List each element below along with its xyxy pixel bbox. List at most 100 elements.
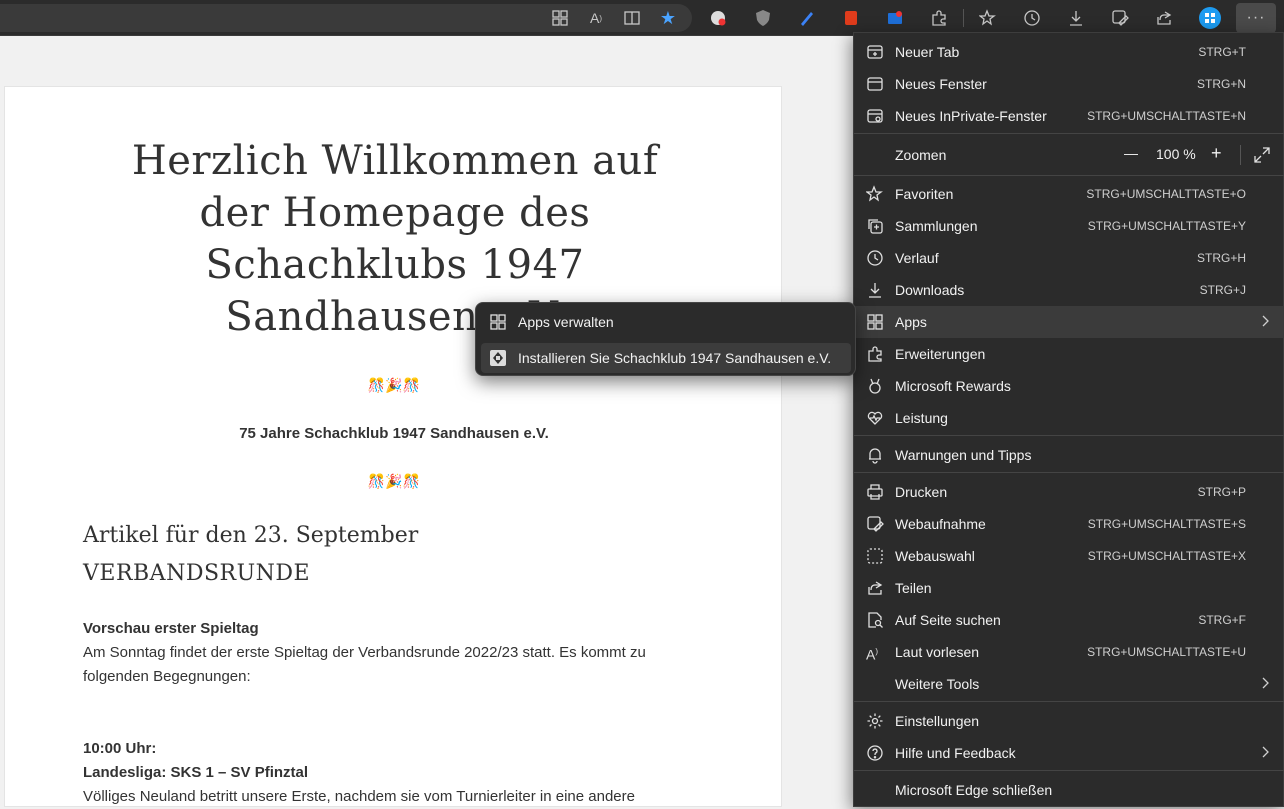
menu-share[interactable]: Teilen [854, 572, 1284, 604]
menu-label: Webaufnahme [895, 516, 986, 532]
toolbar-separator [963, 9, 964, 27]
title-line-1: Herzlich Willkommen auf [131, 138, 659, 184]
menu-more-tools[interactable]: Weitere Tools [854, 668, 1284, 700]
menu-shortcut: STRG+F [1198, 613, 1246, 627]
article-heading[interactable]: Artikel für den 23. September [83, 523, 418, 548]
submenu-label: Apps verwalten [518, 314, 614, 330]
menu-label: Teilen [895, 580, 932, 596]
menu-divider [854, 472, 1284, 473]
find-page-icon [866, 611, 884, 629]
favorites-icon[interactable] [976, 6, 1000, 30]
menu-web-capture[interactable]: Webaufnahme STRG+UMSCHALTTASTE+S [854, 508, 1284, 540]
web-capture-icon[interactable] [1108, 6, 1132, 30]
menu-divider [854, 701, 1284, 702]
menu-label: Sammlungen [895, 218, 978, 234]
menu-shortcut: STRG+UMSCHALTTASTE+O [1086, 187, 1246, 201]
menu-shortcut: STRG+UMSCHALTTASTE+U [1087, 645, 1246, 659]
zoom-label: Zoomen [895, 147, 947, 163]
menu-apps[interactable]: Apps [854, 306, 1284, 338]
share-icon[interactable] [1152, 6, 1176, 30]
match-text: Völliges Neuland betritt unsere Erste, n… [83, 788, 635, 805]
menu-web-select[interactable]: Webauswahl STRG+UMSCHALTTASTE+X [854, 540, 1284, 572]
menu-divider [854, 133, 1284, 134]
profile-avatar-icon[interactable] [1198, 6, 1222, 30]
gear-icon [866, 712, 884, 730]
match-title: Landesliga: SKS 1 – SV Pfinztal [83, 764, 309, 781]
fullscreen-icon[interactable] [1253, 146, 1271, 164]
menu-help[interactable]: Hilfe und Feedback [854, 737, 1284, 769]
menu-favorites[interactable]: Favoriten STRG+UMSCHALTTASTE+O [854, 178, 1284, 210]
menu-downloads[interactable]: Downloads STRG+J [854, 274, 1284, 306]
menu-label: Microsoft Rewards [895, 378, 1011, 394]
extensions-puzzle-icon[interactable] [927, 6, 951, 30]
outlook-extension-icon[interactable] [883, 6, 907, 30]
menu-settings[interactable]: Einstellungen [854, 705, 1284, 737]
preview-text-line-2: folgenden Begegnungen: [83, 668, 251, 685]
menu-print[interactable]: Drucken STRG+P [854, 476, 1284, 508]
read-aloud-icon[interactable]: A) [584, 6, 608, 30]
extension-1-icon[interactable] [706, 6, 730, 30]
menu-label: Webauswahl [895, 548, 975, 564]
zoom-out-button[interactable]: — [1124, 145, 1138, 161]
menu-label: Weitere Tools [895, 676, 980, 692]
chevron-right-icon [1258, 745, 1272, 759]
pen-extension-icon[interactable] [795, 6, 819, 30]
web-capture-icon [866, 515, 884, 533]
rewards-medal-icon [866, 377, 884, 395]
menu-label: Hilfe und Feedback [895, 745, 1016, 761]
chevron-right-icon [1258, 314, 1272, 328]
favorite-star-icon[interactable]: ★ [656, 6, 680, 30]
immersive-reader-icon[interactable] [620, 6, 644, 30]
menu-shortcut: STRG+J [1199, 283, 1246, 297]
article-category: VERBANDSRUNDE [83, 561, 311, 586]
chevron-right-icon [1258, 676, 1272, 690]
menu-performance[interactable]: Leistung [854, 402, 1284, 434]
menu-label: Leistung [895, 410, 948, 426]
menu-label: Auf Seite suchen [895, 612, 1001, 628]
menu-alerts[interactable]: Warnungen und Tipps [854, 439, 1284, 471]
menu-read-aloud[interactable]: A) Laut vorlesen STRG+UMSCHALTTASTE+U [854, 636, 1284, 668]
window-icon [866, 75, 884, 93]
settings-menu: Neuer Tab STRG+T Neues Fenster STRG+N Ne… [853, 32, 1284, 807]
ublock-icon[interactable] [751, 6, 775, 30]
new-tab-icon [866, 43, 884, 61]
menu-history[interactable]: Verlauf STRG+H [854, 242, 1284, 274]
menu-divider [854, 435, 1284, 436]
menu-extensions[interactable]: Erweiterungen [854, 338, 1284, 370]
menu-new-window[interactable]: Neues Fenster STRG+N [854, 68, 1284, 100]
share-icon [866, 579, 884, 597]
zoom-level: 100 % [1156, 146, 1196, 162]
menu-collections[interactable]: Sammlungen STRG+UMSCHALTTASTE+Y [854, 210, 1284, 242]
zoom-divider [1240, 145, 1241, 165]
menu-find-on-page[interactable]: Auf Seite suchen STRG+F [854, 604, 1284, 636]
menu-new-tab[interactable]: Neuer Tab STRG+T [854, 36, 1284, 68]
preview-text-line-1: Am Sonntag findet der erste Spieltag der… [83, 644, 646, 661]
collections-icon [866, 217, 884, 235]
submenu-label: Installieren Sie Schachklub 1947 Sandhau… [518, 350, 832, 366]
menu-close-edge[interactable]: Microsoft Edge schließen [854, 774, 1284, 806]
menu-label: Neuer Tab [895, 44, 960, 60]
printer-icon [866, 483, 884, 501]
menu-label: Erweiterungen [895, 346, 986, 362]
preview-title: Vorschau erster Spieltag [83, 620, 259, 637]
page-content: Herzlich Willkommen auf der Homepage des… [4, 86, 782, 807]
settings-more-icon[interactable]: ··· [1236, 3, 1276, 33]
history-icon [866, 249, 884, 267]
menu-shortcut: STRG+UMSCHALTTASTE+S [1087, 517, 1246, 531]
submenu-manage-apps[interactable]: Apps verwalten [481, 307, 851, 337]
office-extension-icon[interactable] [839, 6, 863, 30]
help-icon [866, 744, 884, 762]
menu-label: Favoriten [895, 186, 954, 202]
title-line-3: Schachklubs 1947 [205, 242, 585, 288]
menu-shortcut: STRG+UMSCHALTTASTE+N [1087, 109, 1246, 123]
zoom-in-button[interactable]: + [1211, 143, 1222, 164]
app-available-icon[interactable] [548, 6, 572, 30]
history-icon[interactable] [1020, 6, 1044, 30]
menu-rewards[interactable]: Microsoft Rewards [854, 370, 1284, 402]
menu-shortcut: STRG+P [1197, 485, 1246, 499]
menu-new-inprivate[interactable]: Neues InPrivate-Fenster STRG+UMSCHALTTAS… [854, 100, 1284, 132]
menu-shortcut: STRG+T [1198, 45, 1246, 59]
menu-label: Neues InPrivate-Fenster [895, 108, 1047, 124]
submenu-install-site[interactable]: Installieren Sie Schachklub 1947 Sandhau… [481, 343, 851, 373]
downloads-icon[interactable] [1064, 6, 1088, 30]
